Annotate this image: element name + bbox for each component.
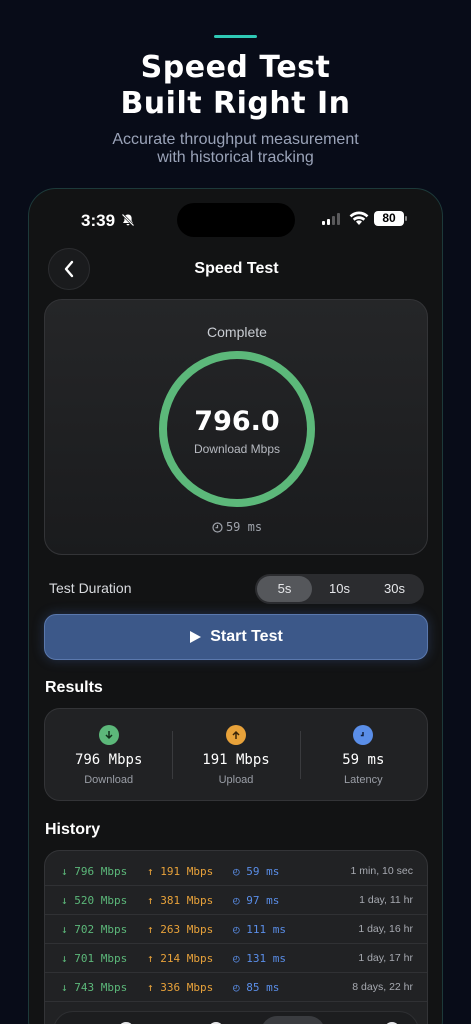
result-upload: 191 Mbps Upload bbox=[172, 709, 299, 800]
gauge-card: Complete 796.0 Download Mbps 59 ms bbox=[44, 299, 428, 555]
history-row: ↓ 520 Mbps ↑ 381 Mbps ◴ 97 ms 1 day, 11 … bbox=[45, 886, 427, 915]
history-time-ago: 1 day, 17 hr bbox=[358, 952, 413, 964]
battery-level: 80 bbox=[374, 211, 404, 226]
history-upload: ↑ 214 Mbps bbox=[147, 952, 214, 965]
upload-arrow-icon bbox=[225, 725, 246, 745]
phone-frame: 3:39 80 Speed Test Complete 796.0 Downlo… bbox=[28, 188, 443, 1024]
result-latency: 59 ms Latency bbox=[299, 709, 427, 800]
tab-bar bbox=[53, 1011, 419, 1024]
history-time-ago: 1 min, 10 sec bbox=[350, 865, 413, 877]
history-download: ↓ 702 Mbps bbox=[61, 923, 128, 936]
hero-title-line1: Speed Test bbox=[140, 50, 331, 85]
history-row: ↓ 743 Mbps ↑ 336 Mbps ◴ 85 ms 8 days, 22… bbox=[45, 973, 427, 1002]
hero-subtitle-line2: with historical tracking bbox=[157, 149, 314, 166]
history-latency: ◴ 111 ms bbox=[233, 923, 286, 936]
result-latency-label: Latency bbox=[344, 774, 383, 786]
result-latency-value: 59 ms bbox=[342, 752, 385, 768]
tab-item-speed-test[interactable] bbox=[261, 1016, 325, 1024]
signal-icon bbox=[322, 213, 340, 225]
history-upload: ↑ 263 Mbps bbox=[147, 923, 214, 936]
download-arrow-icon bbox=[98, 725, 119, 745]
wifi-icon bbox=[349, 211, 369, 225]
history-row: ↓ 701 Mbps ↑ 214 Mbps ◴ 131 ms 1 day, 17… bbox=[45, 944, 427, 973]
play-icon bbox=[190, 631, 202, 643]
hero-subtitle-line1: Accurate throughput measurement bbox=[112, 131, 359, 148]
history-latency: ◴ 85 ms bbox=[233, 981, 280, 994]
result-download-value: 796 Mbps bbox=[74, 752, 143, 768]
hero-title: Speed Test Built Right In bbox=[0, 50, 471, 122]
gauge-label: Download Mbps bbox=[193, 442, 281, 456]
history-row: ↓ 796 Mbps ↑ 191 Mbps ◴ 59 ms 1 min, 10 … bbox=[45, 857, 427, 886]
nav-title: Speed Test bbox=[194, 260, 279, 277]
clock-icon bbox=[212, 522, 223, 533]
history-upload: ↑ 191 Mbps bbox=[147, 865, 214, 878]
duration-option-5s[interactable]: 5s bbox=[257, 576, 312, 602]
gauge-latency-value: 59 ms bbox=[225, 520, 263, 534]
history-title: History bbox=[45, 821, 101, 838]
results-title: Results bbox=[45, 679, 103, 696]
history-latency: ◴ 59 ms bbox=[233, 865, 280, 878]
history-time-ago: 1 day, 11 hr bbox=[359, 894, 413, 906]
history-row: ↓ 702 Mbps ↑ 263 Mbps ◴ 111 ms 1 day, 16… bbox=[45, 915, 427, 944]
history-upload: ↑ 336 Mbps bbox=[147, 981, 214, 994]
hero-title-line2: Built Right In bbox=[120, 86, 351, 121]
duration-label: Test Duration bbox=[49, 580, 132, 596]
hero-subtitle: Accurate throughput measurement with his… bbox=[0, 131, 471, 167]
history-download: ↓ 520 Mbps bbox=[61, 894, 128, 907]
dynamic-island bbox=[177, 203, 295, 237]
history-upload: ↑ 381 Mbps bbox=[147, 894, 214, 907]
history-download: ↓ 743 Mbps bbox=[61, 981, 128, 994]
history-download: ↓ 796 Mbps bbox=[61, 865, 128, 878]
result-upload-label: Upload bbox=[218, 774, 254, 786]
history-download: ↓ 701 Mbps bbox=[61, 952, 128, 965]
battery-cap bbox=[405, 216, 407, 221]
history-latency: ◴ 131 ms bbox=[233, 952, 286, 965]
accent-line bbox=[214, 35, 257, 38]
result-download-label: Download bbox=[84, 774, 134, 786]
history-latency: ◴ 97 ms bbox=[233, 894, 280, 907]
history-card: ↓ 796 Mbps ↑ 191 Mbps ◴ 59 ms 1 min, 10 … bbox=[44, 850, 428, 1024]
history-time-ago: 8 days, 22 hr bbox=[352, 981, 413, 993]
duration-option-10s[interactable]: 10s bbox=[312, 576, 367, 602]
history-time-ago: 1 day, 16 hr bbox=[358, 923, 413, 935]
bell-muted-icon bbox=[121, 213, 135, 227]
status-time: 3:39 bbox=[81, 211, 116, 230]
result-download: 796 Mbps Download bbox=[45, 709, 172, 800]
results-card: 796 Mbps Download 191 Mbps Upload 59 ms … bbox=[44, 708, 428, 801]
duration-option-30s[interactable]: 30s bbox=[367, 576, 422, 602]
duration-selector: 5s 10s 30s bbox=[255, 574, 424, 604]
start-test-label: Start Test bbox=[210, 628, 283, 645]
clock-icon bbox=[353, 725, 374, 745]
start-test-button[interactable]: Start Test bbox=[44, 614, 428, 660]
result-upload-value: 191 Mbps bbox=[202, 752, 270, 768]
gauge-latency: 59 ms bbox=[45, 520, 429, 534]
gauge-value: 796.0 bbox=[194, 406, 280, 437]
gauge-status: Complete bbox=[207, 324, 267, 340]
